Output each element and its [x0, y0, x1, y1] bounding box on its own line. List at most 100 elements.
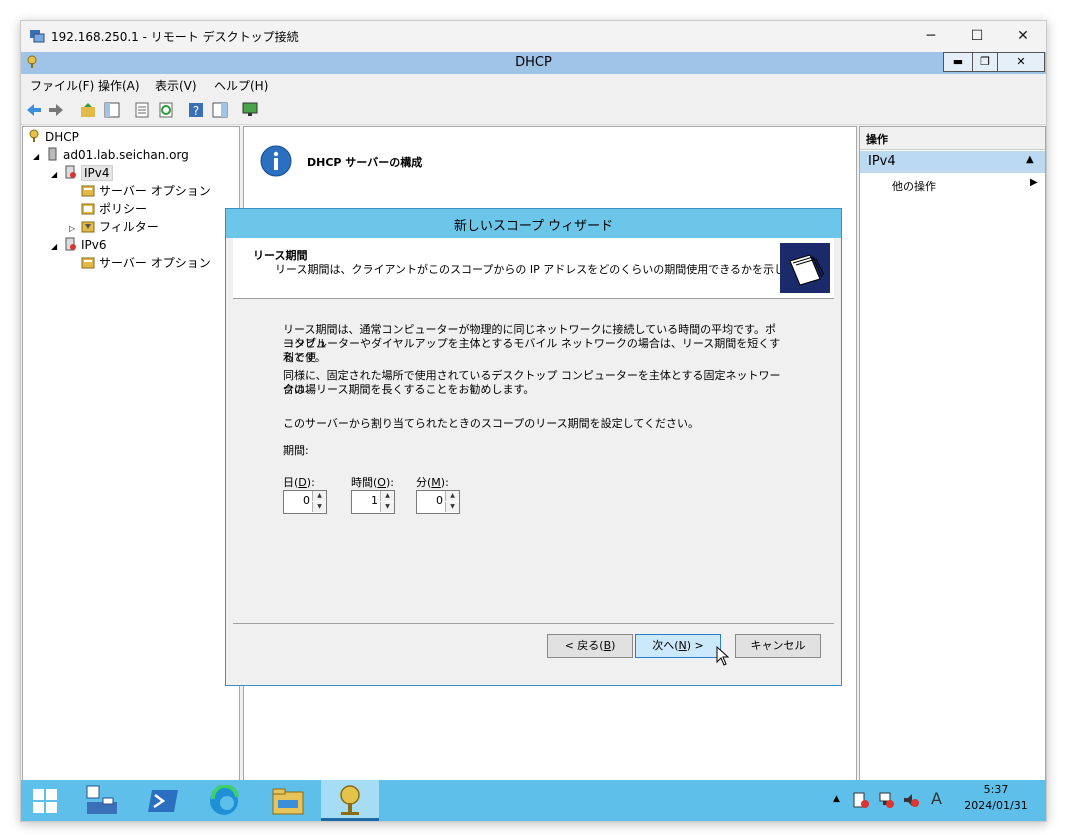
rdp-maximize-button[interactable]: ☐ [954, 21, 1000, 51]
network-icon[interactable] [877, 791, 895, 809]
rdp-titlebar[interactable]: 192.168.250.1 - リモート デスクトップ接続 ─ ☐ ✕ [21, 21, 1046, 51]
powershell-icon[interactable] [146, 786, 180, 816]
collapse-arrow-icon[interactable]: ◢ [33, 148, 45, 166]
svg-text:?: ? [193, 104, 199, 118]
tree-label: サーバー オプション [99, 256, 211, 270]
actions-header: 操作 [860, 127, 1045, 150]
menu-file[interactable]: ファイル(F) [30, 77, 94, 94]
tree-item-server-options-v6[interactable]: サーバー オプション [81, 254, 211, 272]
collapse-up-icon[interactable]: ▲ [1026, 154, 1034, 165]
days-label-pre: 日( [283, 476, 299, 489]
new-scope-wizard: 新しいスコープ ウィザード リース期間 リース期間は、クライアントがこのスコープ… [225, 208, 842, 686]
mmc-restore-button[interactable]: ❐ [972, 52, 998, 72]
tree-item-dhcp[interactable]: DHCP [27, 128, 79, 146]
monitor-icon[interactable] [241, 101, 259, 119]
tree-item-server-options[interactable]: サーバー オプション [81, 182, 211, 200]
dhcp-task-button[interactable] [321, 780, 379, 821]
tree-item-server[interactable]: ◢ ad01.lab.seichan.org [33, 146, 189, 164]
menu-help[interactable]: ヘルプ(H) [214, 77, 268, 94]
tree-label: ad01.lab.seichan.org [63, 148, 189, 162]
submenu-arrow-icon: ▶ [1030, 177, 1038, 188]
remote-desktop-window: 192.168.250.1 - リモート デスクトップ接続 ─ ☐ ✕ DHCP… [20, 20, 1047, 822]
action-center-warning-icon[interactable] [852, 791, 870, 809]
wizard-title: 新しいスコープ ウィザード [453, 219, 614, 234]
clock[interactable]: 5:37 2024/01/31 [953, 783, 1039, 812]
cancel-button[interactable]: キャンセル [735, 634, 821, 658]
rdp-minimize-button[interactable]: ─ [908, 21, 954, 51]
tree-item-policies[interactable]: ポリシー [81, 200, 147, 218]
filters-icon [81, 221, 95, 233]
days-down-arrow-icon[interactable]: ▼ [312, 502, 326, 512]
hours-label-pre: 時間( [351, 476, 378, 489]
collapse-arrow-icon[interactable]: ◢ [51, 166, 63, 184]
server-manager-icon[interactable] [83, 784, 119, 818]
tree-item-ipv4[interactable]: ◢ IPv4 [51, 164, 113, 182]
days-up-arrow-icon[interactable]: ▲ [312, 491, 326, 501]
menu-action[interactable]: 操作(A) [98, 77, 140, 94]
rdp-close-button[interactable]: ✕ [1000, 21, 1046, 51]
mouse-cursor-icon [716, 646, 730, 666]
dhcp-titlebar[interactable]: DHCP ▬ ❐ ✕ [21, 52, 1046, 74]
wizard-folder-icon [780, 243, 830, 293]
ipv4-icon [65, 165, 76, 179]
minutes-accesskey: M [431, 476, 441, 489]
minutes-input[interactable]: 0 ▲ ▼ [416, 490, 460, 514]
wizard-body: リース期間 リース期間は、クライアントがこのスコープからの IP アドレスをどの… [233, 238, 834, 679]
ime-indicator[interactable]: A [931, 789, 942, 808]
minutes-up-arrow-icon[interactable]: ▲ [445, 491, 459, 501]
show-hide-action-pane-icon[interactable] [211, 101, 229, 119]
minutes-label-post: ): [440, 476, 449, 489]
server-icon [48, 147, 57, 161]
up-folder-icon[interactable] [79, 101, 97, 119]
tree-label: サーバー オプション [99, 184, 211, 198]
hours-down-arrow-icon[interactable]: ▼ [380, 502, 394, 512]
forward-arrow-icon[interactable] [47, 101, 65, 119]
back-label-post: ) [611, 639, 616, 652]
tree-label: IPv4 [81, 165, 113, 181]
wizard-header: リース期間 リース期間は、クライアントがこのスコープからの IP アドレスをどの… [233, 238, 834, 299]
tray-overflow-icon[interactable]: ▲ [833, 794, 840, 804]
tree-item-filters[interactable]: ▷ フィルター [69, 218, 159, 236]
ipv6-icon [65, 237, 76, 251]
menu-bar: ファイル(F) 操作(A) 表示(V) ヘルプ(H) [21, 74, 1046, 96]
next-accesskey: N [678, 639, 687, 652]
days-input[interactable]: 0 ▲ ▼ [283, 490, 327, 514]
hours-value: 1 [371, 494, 378, 507]
collapse-arrow-icon[interactable]: ◢ [51, 238, 63, 256]
file-explorer-icon[interactable] [270, 786, 306, 816]
actions-pane: 操作 IPv4 ▲ 他の操作 ▶ [859, 126, 1046, 788]
help-icon[interactable]: ? [187, 101, 205, 119]
hours-input[interactable]: 1 ▲ ▼ [351, 490, 395, 514]
rdp-title: 192.168.250.1 - リモート デスクトップ接続 [51, 30, 299, 44]
actions-section-ipv4[interactable]: IPv4 ▲ [860, 151, 1045, 173]
edge-browser-icon[interactable] [207, 785, 241, 817]
wizard-para1-line3: 利です。 [283, 351, 326, 364]
minutes-label-pre: 分( [416, 476, 432, 489]
speaker-muted-icon[interactable] [902, 791, 920, 809]
next-button[interactable]: 次へ(N) > [635, 634, 721, 658]
windows-start-icon[interactable] [31, 787, 59, 815]
days-accesskey: D [298, 476, 307, 489]
tree-label: ポリシー [99, 202, 148, 216]
hours-label-post: ): [385, 476, 394, 489]
mmc-close-button[interactable]: ✕ [997, 52, 1045, 72]
show-hide-tree-icon[interactable] [103, 101, 121, 119]
days-value: 0 [303, 494, 310, 507]
minutes-down-arrow-icon[interactable]: ▼ [445, 502, 459, 512]
wizard-titlebar[interactable]: 新しいスコープ ウィザード [226, 209, 841, 238]
clock-time: 5:37 [983, 783, 1009, 796]
back-button[interactable]: < 戻る(B) [547, 634, 633, 658]
properties-icon[interactable] [133, 101, 151, 119]
actions-title: 操作 [866, 133, 888, 146]
menu-view[interactable]: 表示(V) [155, 77, 197, 94]
actions-more[interactable]: 他の操作 ▶ [860, 175, 1045, 193]
hours-up-arrow-icon[interactable]: ▲ [380, 491, 394, 501]
days-label-post: ): [306, 476, 315, 489]
tree-item-ipv6[interactable]: ◢ IPv6 [51, 236, 107, 254]
remote-desktop-icon [30, 30, 45, 43]
wizard-instruction: このサーバーから割り当てられたときのスコープのリース期間を設定してください。 [283, 417, 700, 430]
wizard-subheading: リース期間は、クライアントがこのスコープからの IP アドレスをどのくらいの期間… [275, 263, 817, 276]
back-arrow-icon[interactable] [25, 101, 43, 119]
refresh-icon[interactable] [157, 101, 175, 119]
mmc-minimize-button[interactable]: ▬ [943, 52, 973, 72]
